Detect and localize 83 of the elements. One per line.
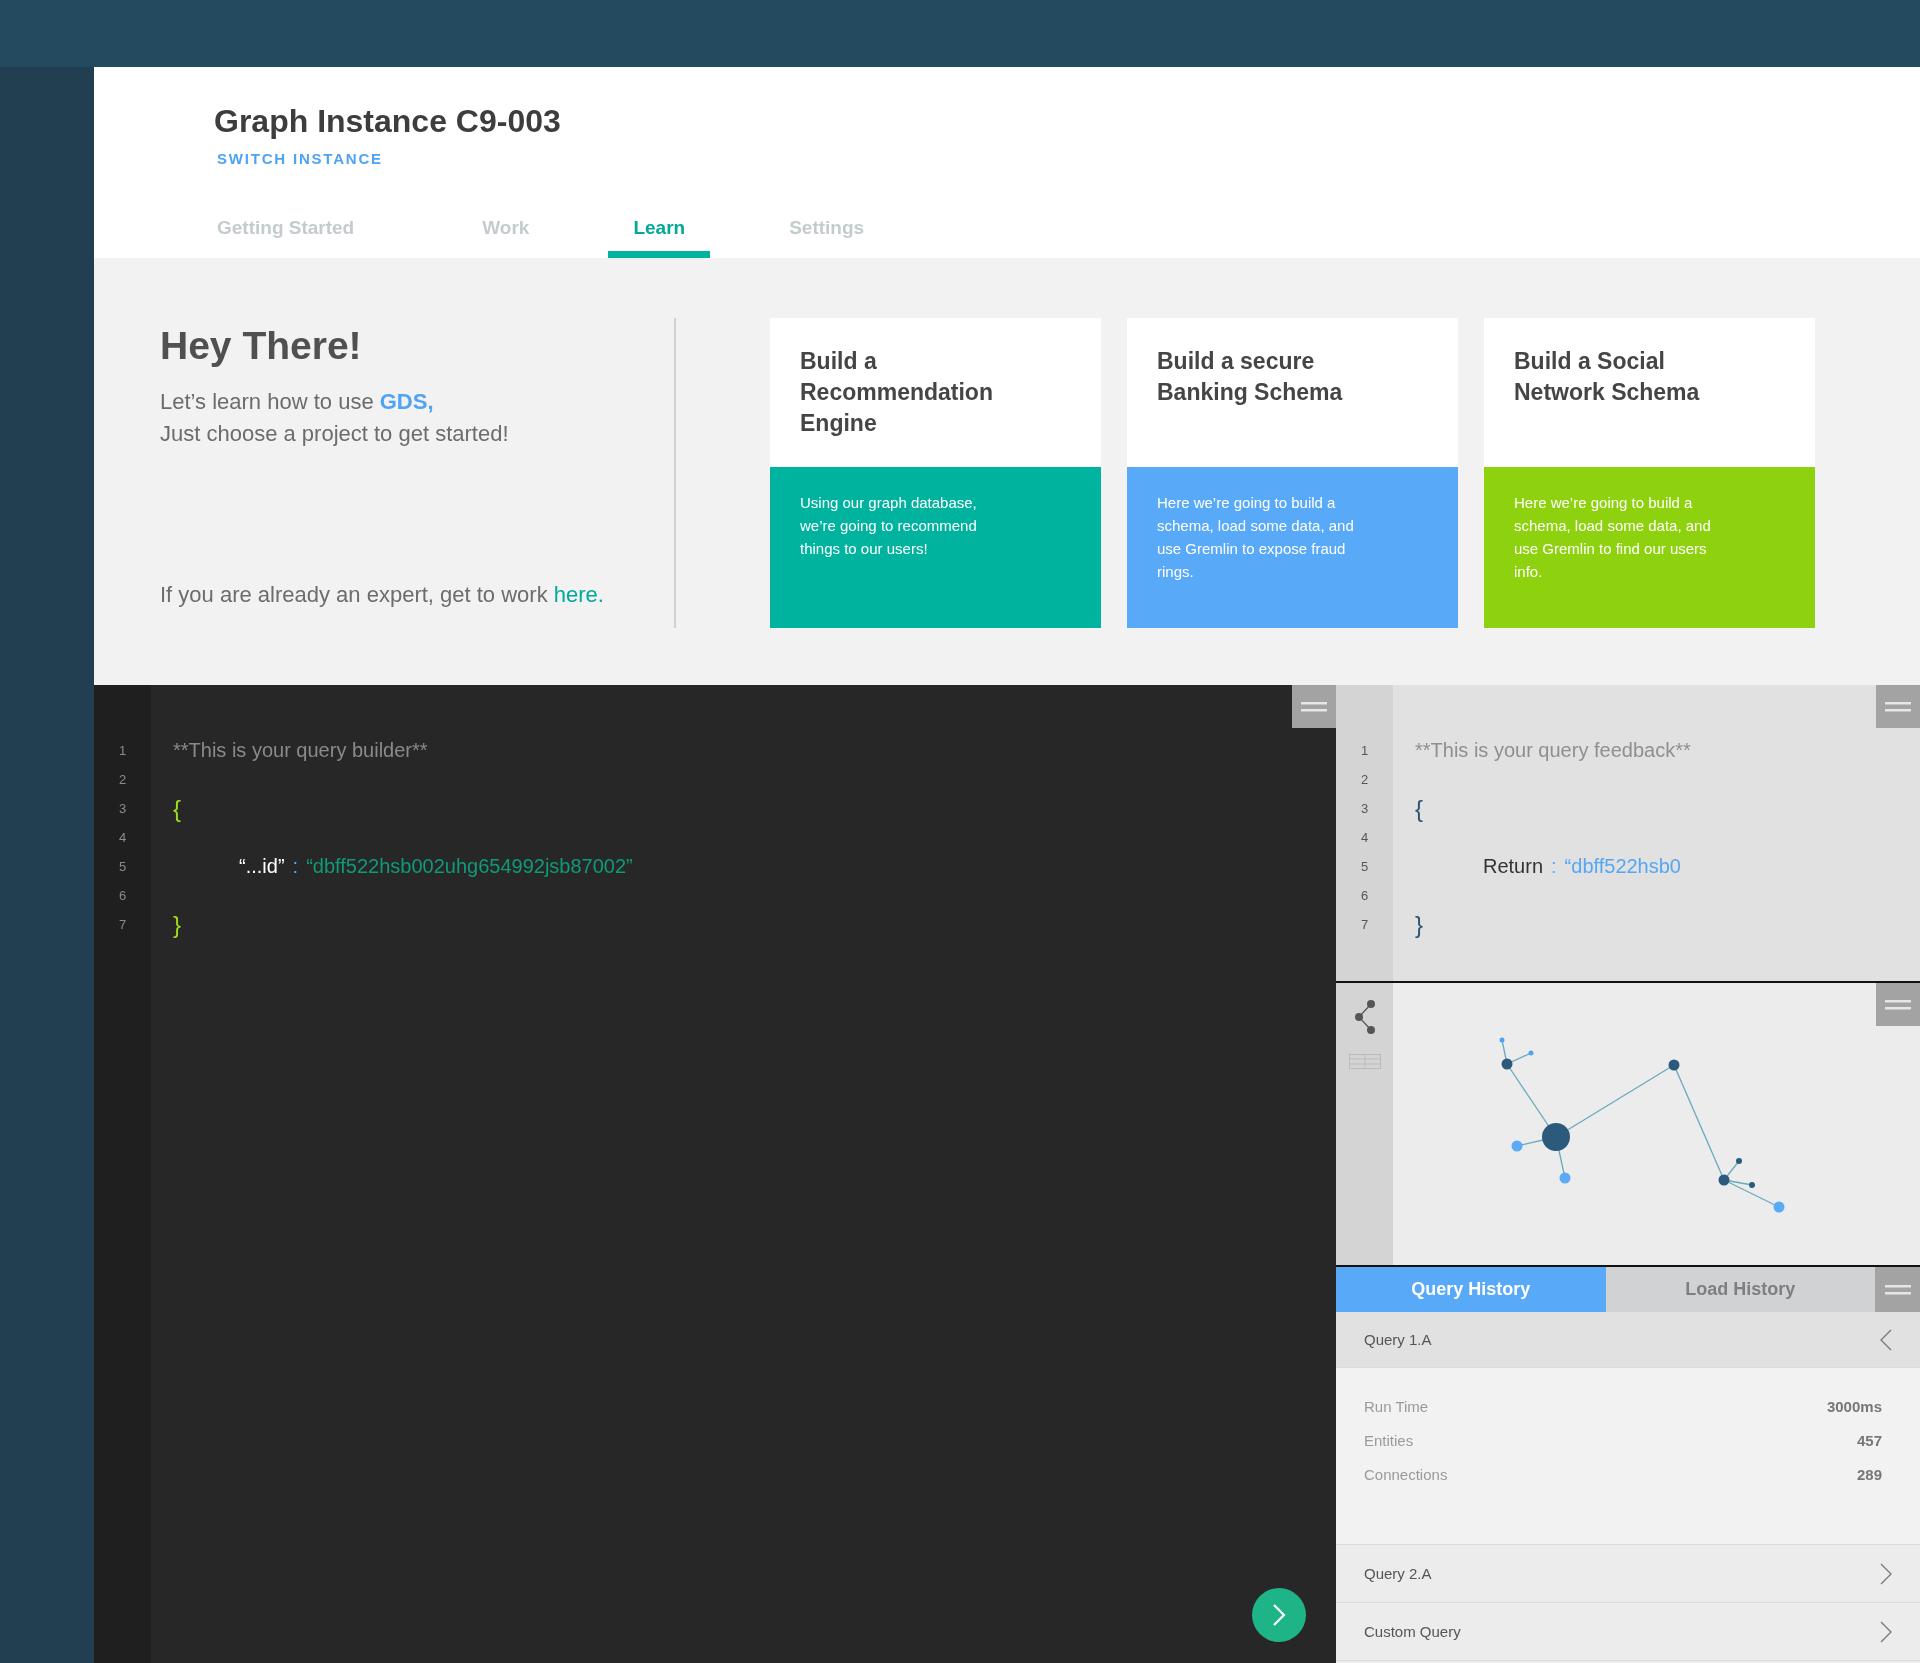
- project-title: Build a Recommendation Engine: [800, 347, 994, 438]
- code-brace: }: [173, 910, 181, 939]
- query-editor[interactable]: 1 2 3 4 5 6 7 **This is your query builder** { “...id” : “dbff522hsb002uhg654992jsb87002” }: [94, 685, 1336, 1663]
- project-description: Using our graph database, we’re going to recommend things to our users!: [800, 493, 978, 559]
- table-icon: [1348, 1054, 1381, 1069]
- line-number: 5: [1360, 858, 1369, 876]
- menu-button[interactable]: [1875, 1267, 1920, 1312]
- line-number: 2: [118, 771, 127, 789]
- graph-node[interactable]: [1559, 1172, 1571, 1184]
- history-tab[interactable]: Query History: [1336, 1267, 1606, 1312]
- chevron-right-icon: [1272, 1603, 1286, 1627]
- code-comment: **This is your query feedback**: [1415, 739, 1691, 762]
- chevron-right-icon: [1880, 1620, 1892, 1643]
- detail-label: Run Time: [1364, 1398, 1429, 1415]
- code-value: “dbff522hsb002uhg654992jsb87002”: [306, 855, 633, 878]
- graph-node[interactable]: [1511, 1140, 1523, 1152]
- code-separator: :: [292, 855, 299, 878]
- line-number: 6: [1360, 887, 1369, 905]
- graph-node[interactable]: [1499, 1037, 1505, 1043]
- graph-node[interactable]: [1501, 1058, 1513, 1070]
- detail-value: 457: [1856, 1432, 1882, 1449]
- line-number: 3: [118, 800, 127, 818]
- menu-button[interactable]: [1876, 685, 1920, 728]
- line-number: 4: [118, 829, 127, 847]
- menu-icon: [1301, 701, 1327, 712]
- code-key: “...id”: [239, 855, 285, 878]
- project-description: Here we’re going to build a schema, load some data, and use Gremlin to find our users info.: [1514, 493, 1712, 582]
- graph-node[interactable]: [1528, 1050, 1534, 1056]
- graph-node[interactable]: [1773, 1201, 1785, 1213]
- chevron-right-icon: [1880, 1562, 1892, 1585]
- menu-icon: [1885, 701, 1911, 712]
- detail-value: 289: [1856, 1466, 1882, 1483]
- card-header[interactable]: Build a secure Banking Schema: [1127, 318, 1458, 467]
- intro-text: Let’s learn how to use GDS,: [160, 388, 435, 416]
- expert-text: If you are already an expert, get to work here.: [160, 582, 605, 608]
- project-title: Build a secure Banking Schema: [1157, 347, 1344, 407]
- graph-node[interactable]: [1542, 1123, 1570, 1151]
- menu-button[interactable]: [1292, 685, 1336, 728]
- code-brace: }: [1415, 910, 1423, 939]
- code-key: Return: [1483, 855, 1544, 878]
- line-number: 5: [118, 858, 127, 876]
- menu-icon: [1885, 999, 1911, 1010]
- line-number: 2: [1360, 771, 1369, 789]
- here-link[interactable]: here.: [553, 582, 604, 607]
- graph-node[interactable]: [1749, 1182, 1755, 1188]
- detail-label: Entities: [1364, 1432, 1414, 1449]
- card-header[interactable]: Build a Recommendation Engine: [770, 318, 1101, 467]
- menu-button[interactable]: [1876, 983, 1920, 1026]
- code-separator: :: [1551, 855, 1557, 878]
- nav-tab[interactable]: Settings: [764, 217, 890, 258]
- graph-node[interactable]: [1736, 1158, 1742, 1164]
- graph-node[interactable]: [1718, 1174, 1730, 1186]
- project-description: Here we’re going to build a schema, load some data, and use Gremlin to expose fraud rings.: [1157, 493, 1355, 582]
- share-icon: [1353, 1000, 1376, 1034]
- code-brace: {: [1415, 794, 1423, 823]
- card-description-panel[interactable]: Here we’re going to build a schema, load some data, and use Gremlin to find our users info.: [1484, 467, 1815, 628]
- intro-text: Just choose a project to get started!: [160, 420, 510, 448]
- nav-tab[interactable]: Work: [457, 217, 555, 258]
- card-header[interactable]: Build a Social Network Schema: [1484, 318, 1815, 467]
- project-title: Build a Social Network Schema: [1514, 347, 1701, 407]
- switch-instance-link[interactable]: SWITCH INSTANCE: [217, 150, 383, 167]
- line-number: 6: [118, 887, 127, 905]
- line-number: 1: [1360, 742, 1369, 760]
- run-button[interactable]: [1252, 1588, 1306, 1642]
- detail-value: 3000ms: [1826, 1398, 1882, 1415]
- line-number: 3: [1360, 800, 1369, 818]
- code-value: “dbff522hsb0: [1564, 855, 1681, 878]
- query-item[interactable]: Query 1.A: [1336, 1312, 1920, 1368]
- code-brace: {: [173, 794, 181, 823]
- line-number: 7: [1360, 916, 1369, 934]
- instance-title: Graph Instance C9-003: [214, 103, 562, 140]
- card-description-panel[interactable]: Using our graph database, we’re going to recommend things to our users!: [770, 467, 1101, 628]
- nav-tab[interactable]: Getting Started: [214, 217, 358, 258]
- line-number: 1: [118, 742, 127, 760]
- line-number: 4: [1360, 829, 1369, 847]
- code-comment: **This is your query builder**: [173, 739, 428, 762]
- detail-label: Connections: [1364, 1466, 1448, 1483]
- graph-node[interactable]: [1668, 1059, 1680, 1071]
- menu-icon: [1884, 1284, 1911, 1295]
- line-number: 7: [118, 916, 127, 934]
- chevron-left-icon: [1880, 1328, 1892, 1351]
- card-description-panel[interactable]: Here we’re going to build a schema, load some data, and use Gremlin to expose fraud rings.: [1127, 467, 1458, 628]
- greeting-heading: Hey There!: [160, 324, 363, 368]
